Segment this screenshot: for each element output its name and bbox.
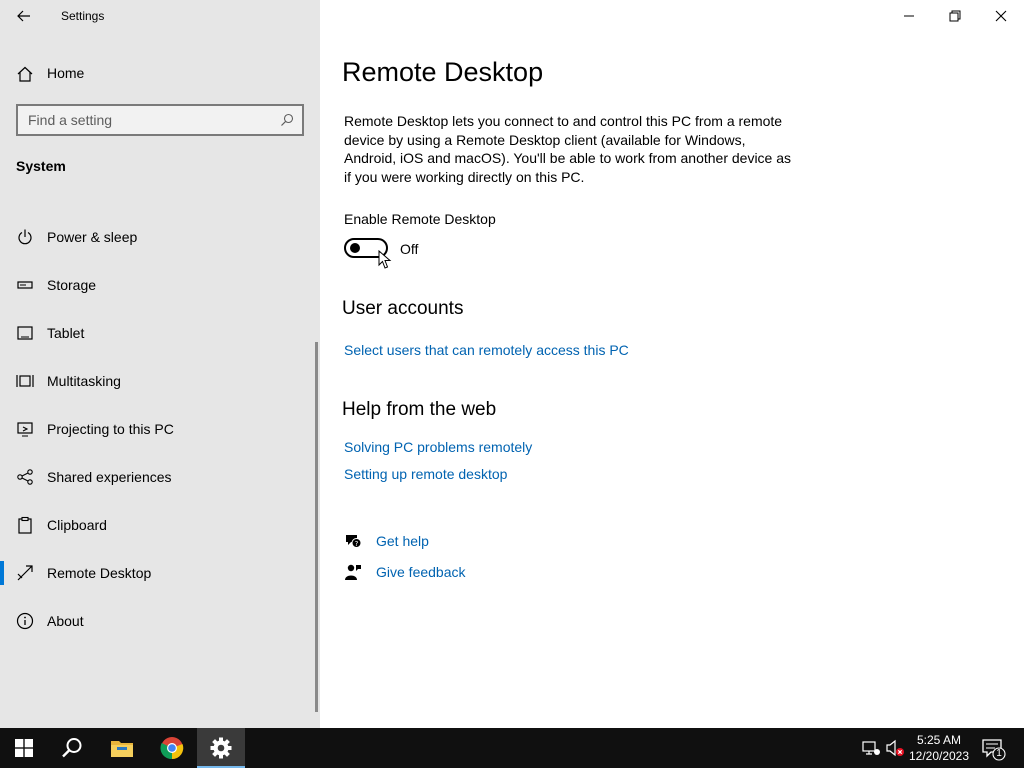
chrome-icon [160,737,184,760]
close-icon [995,10,1007,22]
home-icon [17,66,33,82]
selection-indicator [0,561,4,585]
clock[interactable]: 5:25 AM 12/20/2023 [906,732,972,764]
volume-muted-icon[interactable] [885,738,905,758]
info-icon [16,612,34,630]
user-accounts-heading: User accounts [342,298,464,319]
sidebar-item-projecting[interactable]: Projecting to this PC [0,409,316,449]
give-feedback-label: Give feedback [376,564,466,580]
file-explorer-icon [111,741,133,757]
remote-desktop-icon [17,565,33,581]
app-title: Settings [61,9,105,23]
chrome-button[interactable] [148,728,196,768]
action-center-button[interactable]: 1 [980,734,1008,762]
toggle-label: Enable Remote Desktop [344,211,496,227]
search-icon [281,113,294,126]
mouse-cursor-icon [378,250,392,269]
sidebar-item-label: Clipboard [47,517,107,533]
notification-count: 1 [996,748,1002,759]
svg-text:?: ? [355,540,359,548]
sidebar-item-storage[interactable]: Storage [0,265,316,305]
power-icon [18,229,32,245]
multitasking-icon [16,375,34,387]
sidebar-item-power-sleep[interactable]: Power & sleep [0,217,316,257]
sidebar-item-about[interactable]: About [0,601,316,641]
home-link[interactable]: Home [0,57,320,89]
section-heading: System [16,158,66,174]
sidebar-item-tablet[interactable]: Tablet [0,313,316,353]
solving-pc-problems-link[interactable]: Solving PC problems remotely [344,439,532,455]
toggle-state: Off [400,241,419,257]
start-icon [15,739,33,757]
sidebar-item-label: Shared experiences [47,469,172,485]
shared-experiences-icon [17,469,33,485]
restore-button[interactable] [932,0,978,32]
taskbar-search-button[interactable] [48,728,96,768]
clock-date: 12/20/2023 [908,749,970,763]
sidebar-item-label: About [47,613,84,629]
select-users-link[interactable]: Select users that can remotely access th… [344,342,629,358]
title-bar: Settings [0,0,320,32]
settings-icon [210,737,232,759]
search-input[interactable] [28,111,268,129]
back-arrow-icon [17,10,30,22]
network-icon[interactable] [861,738,881,758]
sidebar-item-multitasking[interactable]: Multitasking [0,361,316,401]
storage-icon [17,281,33,289]
sidebar-scrollbar[interactable] [315,342,318,712]
get-help-label: Get help [376,533,429,549]
minimize-icon [904,15,914,17]
give-feedback-icon [345,564,361,580]
projecting-icon [17,422,33,437]
sidebar-item-label: Remote Desktop [47,565,152,581]
sidebar-item-label: Power & sleep [47,229,138,245]
toggle-knob [350,243,360,253]
setting-up-remote-desktop-link[interactable]: Setting up remote desktop [344,466,507,482]
minimize-button[interactable] [886,0,932,32]
sidebar-item-remote-desktop[interactable]: Remote Desktop [0,553,316,593]
page-description: Remote Desktop lets you connect to and c… [344,113,792,185]
help-heading: Help from the web [342,399,497,420]
page-title: Remote Desktop [342,57,544,87]
sidebar-item-shared-experiences[interactable]: Shared experiences [0,457,316,497]
file-explorer-button[interactable] [98,728,146,768]
start-button[interactable] [0,728,48,768]
sidebar-item-label: Tablet [47,325,85,341]
get-help-icon: ? [346,535,362,548]
tablet-icon [17,326,33,340]
sidebar-item-label: Projecting to this PC [47,421,174,437]
clock-time: 5:25 AM [916,733,962,747]
restore-icon [949,10,961,22]
sidebar-item-label: Storage [47,277,97,293]
search-box[interactable] [16,104,304,136]
clipboard-icon [18,516,32,534]
close-button[interactable] [978,0,1024,32]
search-icon [62,738,82,758]
settings-taskbar-button[interactable] [197,728,245,768]
home-label: Home [47,65,85,81]
sidebar-item-label: Multitasking [47,373,121,389]
taskbar: 5:25 AM 12/20/2023 1 [0,728,1024,768]
sidebar-item-clipboard[interactable]: Clipboard [0,505,316,545]
back-button[interactable] [10,4,38,28]
sidebar: Settings Home System Power & sleep Stora… [0,0,320,728]
